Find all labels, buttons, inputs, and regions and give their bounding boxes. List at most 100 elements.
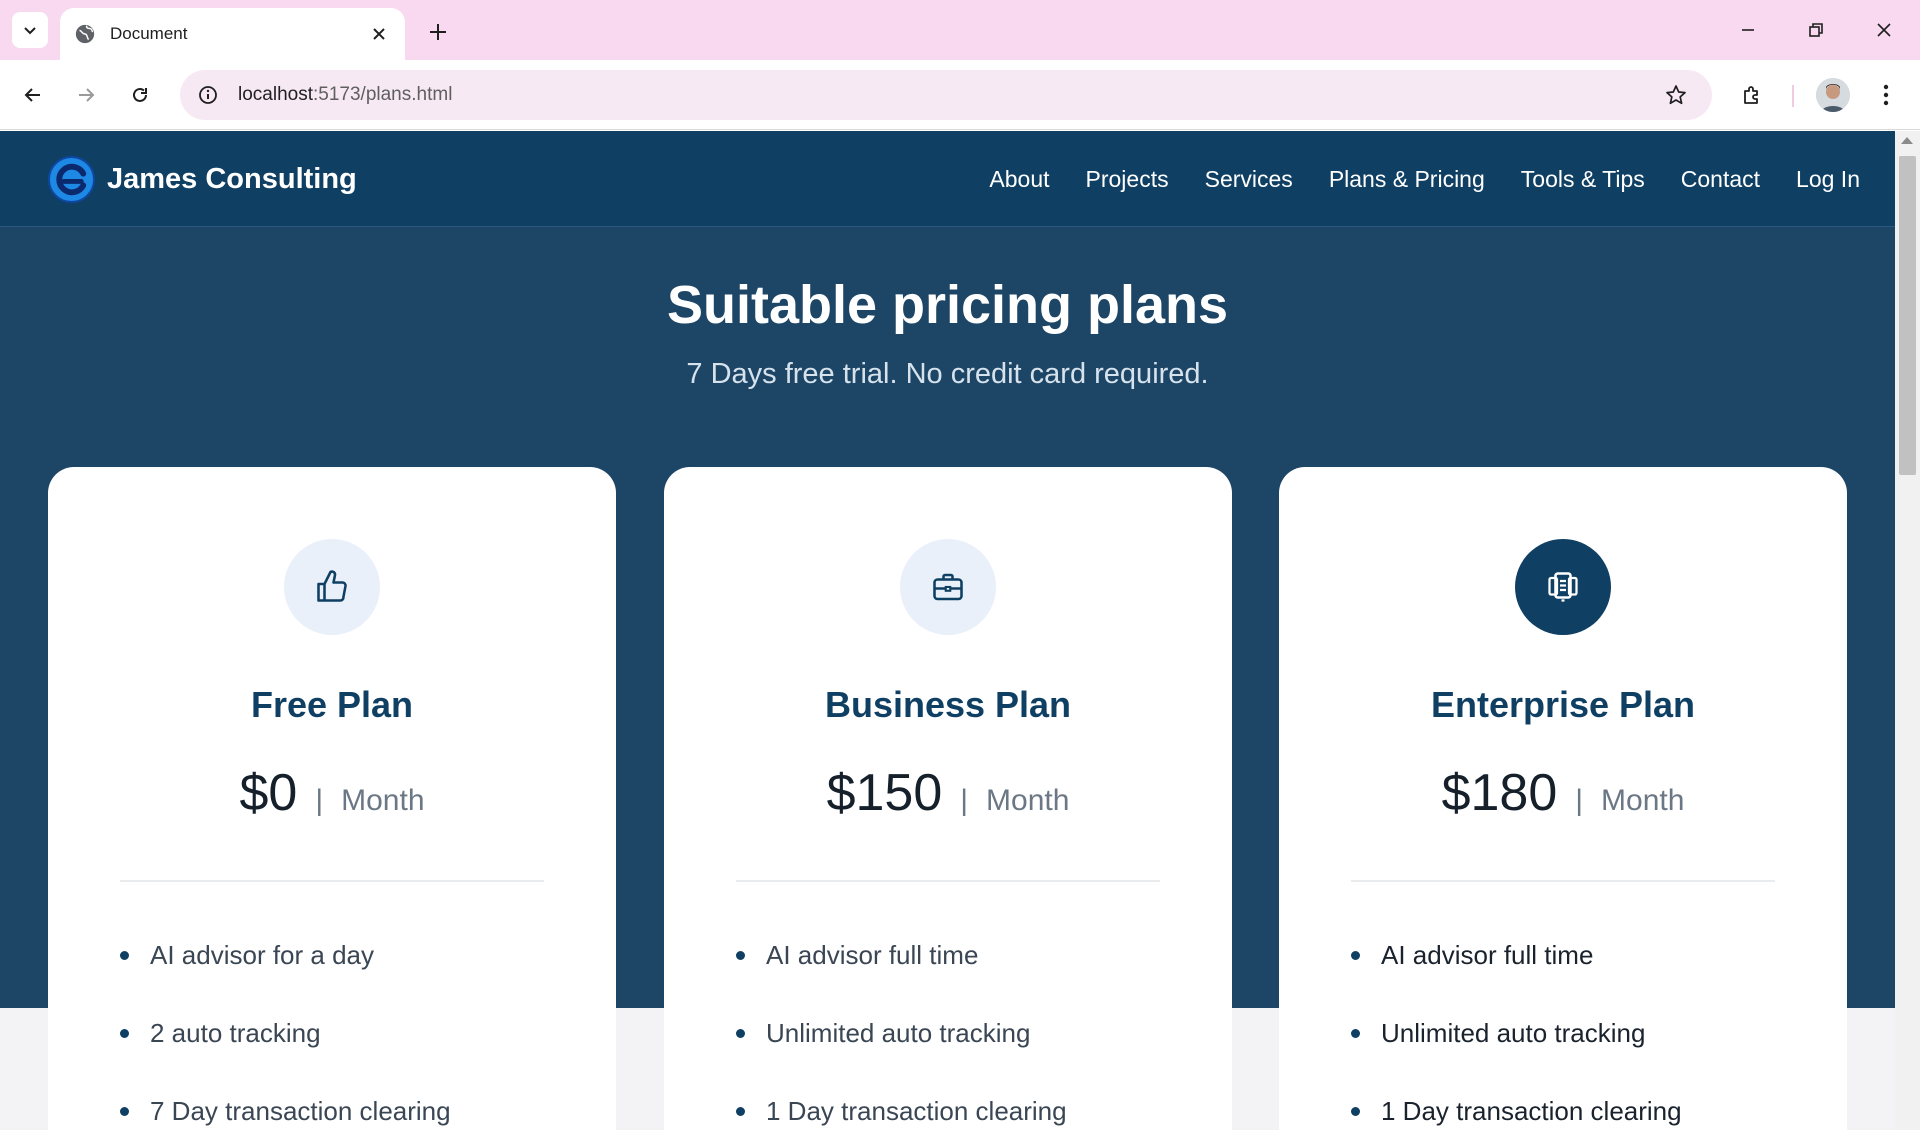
nav-contact[interactable]: Contact: [1681, 166, 1760, 193]
price-separator: |: [1575, 784, 1584, 817]
minimize-button[interactable]: [1724, 12, 1772, 48]
plan-card-enterprise: Enterprise Plan $180 | Month AI advisor …: [1279, 467, 1847, 1130]
bookmark-button[interactable]: [1656, 75, 1696, 115]
avatar-icon: [1816, 78, 1850, 112]
nav-about[interactable]: About: [989, 166, 1049, 193]
tab-search-button[interactable]: [12, 12, 48, 48]
plan-price: $150: [826, 764, 943, 822]
plan-name: Free Plan: [250, 684, 414, 725]
tab-close-button[interactable]: [367, 22, 391, 46]
thumbs-up-icon: [317, 570, 347, 602]
plan-feature-list: AI advisor full time Unlimited auto trac…: [1351, 939, 1811, 1130]
url-text[interactable]: localhost:5173/plans.html: [238, 84, 1656, 106]
arrow-right-icon: [79, 88, 95, 102]
devices-icon: [1548, 572, 1578, 602]
globe-icon: [75, 24, 95, 44]
briefcase-icon: [933, 573, 963, 601]
plan-period: Month: [341, 784, 425, 817]
nav-services[interactable]: Services: [1205, 166, 1293, 193]
nav-plans-pricing[interactable]: Plans & Pricing: [1329, 166, 1485, 193]
site-header: James Consulting About Projects Services…: [0, 131, 1895, 227]
info-icon: [199, 86, 217, 104]
url-host: localhost: [238, 84, 313, 105]
feature-item: AI advisor full time: [736, 939, 1196, 1017]
browser-menu-button[interactable]: [1866, 75, 1906, 115]
plan-icon-badge: [284, 539, 380, 635]
bullet-icon: [1351, 1029, 1360, 1038]
extensions-button[interactable]: [1733, 75, 1773, 115]
brand-name: James Consulting: [107, 163, 357, 195]
feature-text: AI advisor for a day: [150, 940, 374, 970]
arrow-left-icon: [24, 88, 40, 102]
toolbar-separator: [1792, 85, 1794, 107]
feature-text: Unlimited auto tracking: [766, 1018, 1031, 1048]
nav-projects[interactable]: Projects: [1086, 166, 1169, 193]
plan-price-row: $180 | Month: [1279, 763, 1847, 823]
address-bar[interactable]: localhost:5173/plans.html: [180, 70, 1712, 120]
browser-toolbar: localhost:5173/plans.html: [0, 60, 1920, 130]
restore-button[interactable]: [1792, 12, 1840, 48]
plan-name: Business Plan: [824, 684, 1072, 725]
price-separator: |: [960, 784, 969, 817]
page-subtitle: 7 Days free trial. No credit card requir…: [686, 358, 1209, 390]
back-button[interactable]: [13, 75, 53, 115]
profile-avatar[interactable]: [1816, 78, 1850, 112]
browser-tab[interactable]: Document: [60, 8, 405, 60]
plan-card-free: Free Plan $0 | Month AI advisor for a da…: [48, 467, 616, 1130]
plan-price: $0: [239, 764, 298, 822]
plan-period: Month: [1601, 784, 1685, 817]
price-separator: |: [315, 784, 324, 817]
scroll-up-arrow-icon[interactable]: [1901, 137, 1913, 144]
bullet-icon: [120, 1107, 129, 1116]
feature-text: 1 Day transaction clearing: [766, 1096, 1067, 1126]
bullet-icon: [1351, 1107, 1360, 1116]
main-nav: About Projects Services Plans & Pricing …: [989, 131, 1860, 227]
plan-price-row: $150 | Month: [664, 763, 1232, 823]
nav-tools-tips[interactable]: Tools & Tips: [1521, 166, 1645, 193]
plan-feature-list: AI advisor for a day 2 auto tracking 7 D…: [120, 939, 580, 1130]
plan-price: $180: [1441, 764, 1558, 822]
star-icon: [1666, 85, 1686, 105]
bullet-icon: [736, 1029, 745, 1038]
bullet-icon: [1351, 951, 1360, 960]
site-info-button[interactable]: [192, 79, 224, 111]
feature-item: 2 auto tracking: [120, 1017, 580, 1095]
card-divider: [1351, 880, 1775, 882]
puzzle-icon: [1744, 86, 1758, 104]
plan-icon-badge: [1515, 539, 1611, 635]
plus-icon: [430, 24, 446, 40]
scrollbar-thumb[interactable]: [1899, 156, 1916, 475]
tab-title: Document: [110, 24, 188, 43]
feature-item: 1 Day transaction clearing: [1351, 1095, 1811, 1130]
feature-text: 2 auto tracking: [150, 1018, 321, 1048]
feature-text: Unlimited auto tracking: [1381, 1018, 1646, 1048]
bullet-icon: [120, 951, 129, 960]
plan-period: Month: [986, 784, 1070, 817]
nav-log-in[interactable]: Log In: [1796, 166, 1860, 193]
bullet-icon: [736, 951, 745, 960]
plan-name: Enterprise Plan: [1430, 684, 1696, 725]
feature-item: AI advisor for a day: [120, 939, 580, 1017]
close-icon: [1877, 23, 1891, 37]
page-title: Suitable pricing plans: [666, 275, 1229, 335]
brand-logo-icon: [48, 156, 95, 203]
feature-item: AI advisor full time: [1351, 939, 1811, 1017]
new-tab-button[interactable]: [422, 16, 454, 48]
feature-item: Unlimited auto tracking: [736, 1017, 1196, 1095]
brand-link[interactable]: James Consulting: [48, 156, 357, 203]
window-close-button[interactable]: [1860, 12, 1908, 48]
forward-button[interactable]: [66, 75, 106, 115]
feature-text: AI advisor full time: [766, 940, 979, 970]
feature-item: 7 Day transaction clearing: [120, 1095, 580, 1130]
feature-item: 1 Day transaction clearing: [736, 1095, 1196, 1130]
chevron-down-icon: [24, 27, 36, 35]
page-scrollbar[interactable]: [1895, 131, 1920, 1130]
card-divider: [736, 880, 1160, 882]
minimize-icon: [1742, 29, 1754, 31]
page-viewport: James Consulting About Projects Services…: [0, 131, 1895, 1130]
feature-text: 1 Day transaction clearing: [1381, 1096, 1682, 1126]
reload-icon: [133, 87, 147, 102]
feature-text: 7 Day transaction clearing: [150, 1096, 451, 1126]
feature-text: AI advisor full time: [1381, 940, 1594, 970]
reload-button[interactable]: [120, 75, 160, 115]
